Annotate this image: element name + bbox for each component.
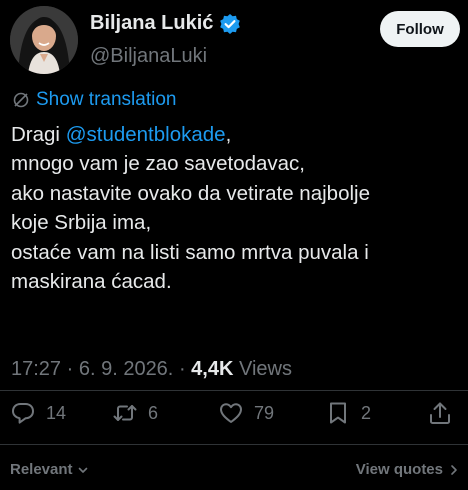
reply-sort-bar: Relevant View quotes [0, 455, 468, 485]
views-label: Views [238, 358, 292, 380]
avatar-photo [10, 6, 78, 74]
tweet-header: Biljana Lukić @BiljanaLuki Follow [10, 6, 460, 76]
like-button[interactable]: 79 [218, 400, 274, 426]
bookmark-button[interactable]: 2 [325, 400, 371, 426]
view-quotes-link[interactable]: View quotes [356, 461, 459, 478]
display-name-row: Biljana Lukić [90, 12, 241, 35]
views-count: 4,4K [191, 358, 234, 380]
display-name[interactable]: Biljana Lukić [90, 12, 213, 35]
show-translation-label[interactable]: Show translation [36, 89, 176, 111]
tweet-line: Dragi @studentblokade, [11, 120, 461, 149]
reply-button[interactable]: 14 [10, 400, 66, 426]
meta-separator: · [178, 358, 192, 380]
reply-count: 14 [46, 402, 67, 423]
tweet-greeting: Dragi [11, 123, 66, 146]
chevron-down-icon [78, 467, 87, 473]
share-icon [430, 402, 450, 424]
heart-icon [220, 403, 242, 423]
follow-button[interactable]: Follow [380, 11, 460, 47]
divider [0, 444, 468, 445]
bookmark-icon [330, 402, 346, 424]
show-translation-link[interactable]: Show translation [12, 89, 176, 111]
divider [0, 390, 468, 391]
translate-icon [12, 91, 30, 109]
tweet-meta: 17:27 · 6. 9. 2026. · 4,4K Views [11, 358, 292, 381]
avatar[interactable] [10, 6, 78, 74]
sort-relevant-dropdown[interactable]: Relevant [10, 461, 89, 478]
user-handle[interactable]: @BiljanaLuki [90, 45, 207, 68]
bookmark-count: 2 [361, 402, 372, 423]
view-quotes-label: View quotes [355, 461, 443, 478]
like-count: 79 [254, 402, 275, 423]
repost-icon [113, 405, 137, 421]
share-button[interactable] [427, 400, 453, 426]
repost-button[interactable]: 6 [112, 400, 158, 426]
tweet-line: mnogo vam je zao savetodavac, [11, 152, 305, 176]
action-bar: 14 6 79 2 [0, 400, 468, 432]
mention-suffix: , [225, 123, 232, 146]
tweet-date[interactable]: 6. 9. 2026. [79, 358, 174, 380]
tweet-line: ako nastavite ovako da vetirate najbolje [11, 181, 370, 205]
tweet-text: Dragi @studentblokade, mnogo vam je zao … [11, 120, 461, 296]
meta-separator: · [66, 358, 79, 380]
tweet-time[interactable]: 17:27 [11, 358, 61, 380]
mention-link[interactable]: @studentblokade [66, 123, 226, 146]
verified-badge-icon [219, 13, 241, 35]
tweet-line: maskirana ćacad. [11, 270, 172, 294]
tweet-line: koje Srbija ima, [11, 211, 152, 235]
tweet-line: ostaće vam na listi samo mrtva puvala i [11, 240, 369, 264]
reply-icon [12, 403, 34, 424]
chevron-right-icon [451, 464, 457, 475]
repost-count: 6 [148, 402, 159, 423]
sort-label: Relevant [10, 461, 73, 478]
